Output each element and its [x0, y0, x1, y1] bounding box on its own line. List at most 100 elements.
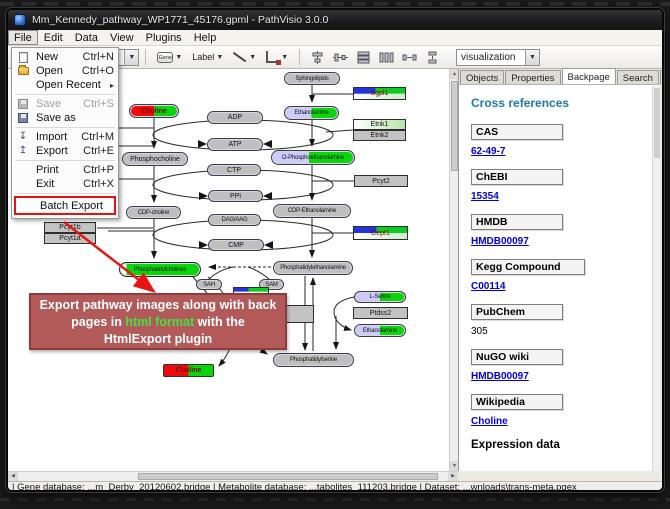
- menu-item-import[interactable]: ↧ Import Ctrl+M: [12, 130, 118, 144]
- annotation-line1: Export pathway images along with back: [31, 297, 285, 314]
- node-atp[interactable]: ATP: [207, 138, 263, 151]
- annotation-callout: Export pathway images along with back pa…: [29, 293, 287, 350]
- menu-item-save-as[interactable]: Save as: [12, 111, 118, 125]
- xref-link[interactable]: HMDB00097: [471, 236, 529, 247]
- connector-tool-button[interactable]: ▼: [264, 48, 290, 66]
- node-sphingolipids[interactable]: Sphingolipids: [284, 72, 340, 85]
- node-etnk1[interactable]: Etnk1: [353, 119, 406, 130]
- menu-item-exit[interactable]: Exit Ctrl+X: [12, 177, 118, 191]
- status-text: | Gene database: ...m_Derby_20120602.bri…: [12, 482, 577, 492]
- node-ptdss2[interactable]: Ptdss2: [353, 307, 408, 319]
- window-title: Mm_Kennedy_pathway_WP1771_45176.gpml - P…: [32, 14, 328, 26]
- node-pcyt1b[interactable]: Pcyt1b: [44, 222, 96, 233]
- tab-search[interactable]: Search: [617, 70, 659, 84]
- submenu-arrow-icon: ▸: [110, 81, 114, 90]
- save-as-icon: [14, 112, 32, 124]
- node-ppi[interactable]: PPi: [208, 190, 263, 202]
- distribute-horizontal-icon[interactable]: [402, 51, 417, 64]
- node-sgpl1[interactable]: Sgpl1: [353, 87, 406, 100]
- visualization-combobox[interactable]: visualization ▼: [456, 49, 540, 66]
- panel-vertical-scrollbar[interactable]: [652, 86, 660, 471]
- node-ctp[interactable]: CTP: [207, 164, 261, 176]
- side-panel-tabs: Objects Properties Backpage Search Legen…: [459, 69, 661, 85]
- menu-edit[interactable]: Edit: [38, 30, 69, 45]
- xref-link[interactable]: HMDB00097: [471, 371, 529, 382]
- chevron-down-icon[interactable]: ▼: [175, 54, 182, 61]
- menu-plugins[interactable]: Plugins: [140, 30, 188, 45]
- menu-separator: [15, 193, 115, 194]
- tab-objects[interactable]: Objects: [460, 70, 504, 84]
- stack-horizontal-icon[interactable]: [356, 51, 371, 64]
- export-icon: ↥: [14, 145, 32, 157]
- menu-item-print[interactable]: Print Ctrl+P: [12, 163, 118, 177]
- gene-datanode-button[interactable]: Gene ▼: [155, 48, 184, 66]
- node-cdp-ethanolamine[interactable]: CDP-Ethanolamine: [273, 204, 351, 218]
- tab-properties[interactable]: Properties: [505, 70, 560, 84]
- node-etnk2[interactable]: Etnk2: [353, 130, 406, 141]
- menu-data[interactable]: Data: [69, 30, 104, 45]
- menu-separator: [15, 160, 115, 161]
- xref-link[interactable]: C00114: [471, 281, 505, 292]
- xref-section-title: Kegg Compound: [471, 259, 585, 275]
- menu-help[interactable]: Help: [188, 30, 223, 45]
- canvas-vertical-scrollbar[interactable]: ▲ ▼: [449, 69, 458, 471]
- menu-item-batch-export[interactable]: Batch Export: [16, 198, 114, 213]
- chevron-down-icon[interactable]: ▼: [281, 54, 288, 61]
- menu-item-new[interactable]: New Ctrl+N: [12, 50, 118, 64]
- menu-view[interactable]: View: [104, 30, 140, 45]
- node-choline-selected[interactable]: Choline: [163, 364, 214, 377]
- menu-item-save[interactable]: Save Ctrl+S: [12, 97, 118, 111]
- node-ethanolamine-top[interactable]: Ethanolamine: [284, 106, 339, 120]
- xref-link[interactable]: 62-49-7: [471, 146, 505, 157]
- panel-scroll-thumb[interactable]: [654, 88, 660, 158]
- xref-value: 305: [471, 326, 653, 337]
- align-center-horizontal-icon[interactable]: [310, 51, 325, 64]
- chevron-down-icon[interactable]: ▼: [216, 54, 223, 61]
- node-phosphatidylcholines[interactable]: Phosphatidylcholines: [119, 262, 201, 277]
- node-phosphocholine[interactable]: Phosphocholine: [122, 152, 188, 166]
- line-tool-button[interactable]: ▼: [231, 48, 258, 66]
- file-menu: New Ctrl+N Open Ctrl+O Open Recent ▸ Sav…: [11, 47, 119, 219]
- node-pcyt2[interactable]: Pcyt2: [354, 175, 408, 187]
- node-dag-aag[interactable]: DAG/AAG: [208, 214, 261, 226]
- annotation-highlight: html format: [125, 315, 194, 329]
- xref-section-title: ChEBI: [471, 169, 563, 185]
- vertical-scroll-thumb[interactable]: [451, 81, 458, 171]
- horizontal-scroll-thumb[interactable]: [138, 473, 438, 480]
- chevron-down-icon[interactable]: ▼: [525, 50, 539, 65]
- titlebar[interactable]: Mm_Kennedy_pathway_WP1771_45176.gpml - P…: [8, 10, 662, 30]
- tab-backpage[interactable]: Backpage: [562, 68, 616, 84]
- menu-file[interactable]: File: [8, 30, 38, 45]
- node-ethanolamine-low[interactable]: Ethanolamine: [354, 324, 406, 337]
- node-choline-top[interactable]: Choline: [129, 104, 179, 118]
- annotation-line2: pages in html format with the: [31, 314, 285, 331]
- node-phosphatidylserine[interactable]: Phosphatidylserine: [273, 353, 354, 367]
- menu-item-open[interactable]: Open Ctrl+O: [12, 64, 118, 78]
- tab-legend[interactable]: Legend: [660, 70, 664, 84]
- menu-item-open-recent[interactable]: Open Recent ▸: [12, 78, 118, 92]
- node-o-phosphoethanolamine[interactable]: O-Phosphoethanolamine: [271, 150, 355, 165]
- scroll-left-icon[interactable]: ◀: [8, 472, 18, 481]
- node-gene-partial-2[interactable]: [284, 305, 314, 323]
- stack-vertical-icon[interactable]: [379, 51, 394, 64]
- pathvisio-window: Mm_Kennedy_pathway_WP1771_45176.gpml - P…: [6, 8, 664, 492]
- node-l-serine[interactable]: L-Serine: [354, 291, 406, 303]
- align-center-vertical-icon[interactable]: [333, 51, 348, 64]
- xref-link[interactable]: Choline: [471, 416, 508, 427]
- node-sah[interactable]: SAH: [196, 279, 222, 290]
- menu-item-export[interactable]: ↥ Export Ctrl+E: [12, 144, 118, 158]
- save-icon: [14, 98, 32, 110]
- xref-link[interactable]: 15354: [471, 191, 499, 202]
- label-tool-button[interactable]: Label ▼: [190, 48, 225, 66]
- node-phosphatidylethanolamine[interactable]: Phosphatidylethanolamine: [273, 261, 353, 275]
- scroll-right-icon[interactable]: ▶: [448, 472, 458, 481]
- distribute-vertical-icon[interactable]: [425, 51, 440, 64]
- chevron-down-icon[interactable]: ▼: [249, 54, 256, 61]
- node-pcyt1a[interactable]: Pcyt1a: [44, 233, 96, 244]
- node-adp[interactable]: ADP: [207, 111, 263, 124]
- chevron-down-icon[interactable]: ▼: [124, 50, 138, 65]
- node-cept1[interactable]: Cept1: [353, 226, 408, 240]
- node-cmp[interactable]: CMP: [208, 239, 264, 251]
- canvas-horizontal-scrollbar[interactable]: ◀ ▶: [8, 471, 458, 481]
- node-cdp-choline[interactable]: CDP-choline: [126, 206, 181, 219]
